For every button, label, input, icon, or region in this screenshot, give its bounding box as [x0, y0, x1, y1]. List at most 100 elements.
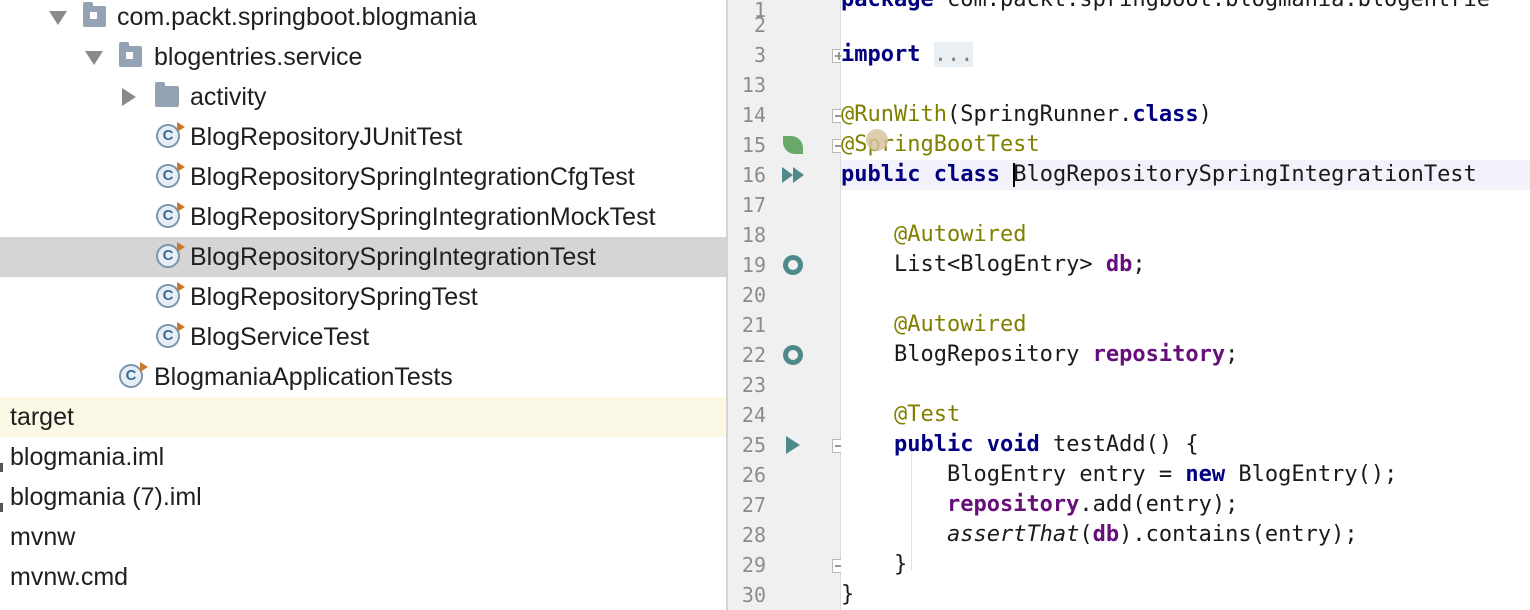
code-line-29[interactable]: }: [841, 550, 1530, 580]
tree-item-file[interactable]: mvnw: [0, 517, 726, 557]
mouse-cursor-icon: [866, 129, 888, 151]
class-icon: C: [156, 122, 185, 148]
bean-navigate-icon[interactable]: [783, 345, 803, 365]
tree-item-package-blogentries-service[interactable]: blogentries.service: [0, 37, 726, 77]
class-icon: C: [119, 362, 148, 388]
editor-gutter[interactable]: 1 2 3 13 14 15 16 17 18 19 20 21 22 23 2…: [728, 0, 846, 610]
double-run-icon[interactable]: [782, 167, 808, 183]
code-text: (: [1079, 522, 1093, 547]
code-line-3[interactable]: import ...: [841, 40, 1530, 70]
class-icon: C: [156, 162, 185, 188]
line-number: 3: [753, 43, 766, 67]
code-line-21[interactable]: @Autowired: [841, 310, 1530, 340]
class-icon: C: [156, 322, 185, 348]
chevron-down-icon[interactable]: [47, 0, 67, 37]
bean-navigate-icon[interactable]: [783, 255, 803, 275]
tree-item-file[interactable]: blogmania (7).iml: [0, 477, 726, 517]
chevron-right-icon[interactable]: [118, 77, 138, 117]
field-name: repository: [946, 492, 1080, 517]
tree-item-class[interactable]: C BlogmaniaApplicationTests: [0, 357, 726, 397]
code-text: ;: [1225, 342, 1239, 367]
line-number: 26: [741, 463, 766, 487]
code-line-27[interactable]: repository.add(entry);: [841, 490, 1530, 520]
gutter-line-25: [728, 430, 840, 460]
tree-item-label: com.packt.springboot.blogmania: [117, 3, 477, 31]
tree-item-label: target: [10, 403, 74, 431]
class-icon: C: [156, 282, 185, 308]
static-method-call: assertThat: [946, 522, 1080, 547]
tree-item-label: BlogRepositorySpringIntegrationCfgTest: [190, 163, 635, 191]
code-line-1[interactable]: package com.packt.springboot.blogmania.b…: [841, 0, 1530, 15]
annotation: @Autowired: [893, 222, 1027, 247]
tree-item-label: mvnw: [10, 523, 76, 551]
tree-item-label: activity: [190, 83, 267, 111]
code-line-18[interactable]: @Autowired: [841, 220, 1530, 250]
line-number: 27: [741, 493, 766, 517]
code-editor[interactable]: package com.packt.springboot.blogmania.b…: [841, 0, 1530, 610]
keyword: class: [933, 162, 1000, 187]
line-number: 24: [741, 403, 766, 427]
code-line-30[interactable]: }: [841, 580, 1530, 610]
tree-item-folder-target[interactable]: target: [0, 397, 726, 437]
code-text: BlogEntry entry =: [946, 462, 1186, 487]
folder-icon: [155, 82, 179, 107]
keyword: new: [1185, 462, 1226, 487]
tree-item-class[interactable]: C BlogRepositorySpringIntegrationCfgTest: [0, 157, 726, 197]
gutter-line-22: [728, 340, 840, 370]
code-text: ;: [1132, 252, 1146, 277]
tree-item-package-blogmania[interactable]: com.packt.springboot.blogmania: [0, 0, 726, 37]
field-name: repository: [1092, 342, 1226, 367]
package-name: com.packt.springboot.blogmania.blogentri…: [947, 0, 1490, 12]
project-tree-panel[interactable]: com.packt.springboot.blogmania blogentri…: [0, 0, 728, 610]
code-line-28[interactable]: assertThat(db).contains(entry);: [841, 520, 1530, 550]
tree-item-class[interactable]: C BlogRepositorySpringIntegrationMockTes…: [0, 197, 726, 237]
line-number: 14: [741, 103, 766, 127]
code-text: BlogRepository: [893, 342, 1093, 367]
tree-item-class[interactable]: C BlogRepositoryJUnitTest: [0, 117, 726, 157]
file-icon: [0, 463, 3, 472]
code-text: .add(entry);: [1079, 492, 1239, 517]
keyword: import: [841, 42, 921, 67]
tree-item-label: BlogmaniaApplicationTests: [154, 363, 453, 391]
tree-item-label: BlogRepositorySpringTest: [190, 283, 478, 311]
package-icon: [119, 42, 142, 67]
code-line-16-current[interactable]: public class BlogRepositorySpringIntegra…: [841, 160, 1530, 190]
line-number: 17: [741, 193, 766, 217]
code-line-25[interactable]: public void testAdd() {: [841, 430, 1530, 460]
tree-item-class[interactable]: C BlogServiceTest: [0, 317, 726, 357]
gutter-line-15: [728, 130, 840, 160]
code-text: ): [1198, 102, 1212, 127]
code-text: BlogEntry();: [1225, 462, 1398, 487]
line-number: 18: [741, 223, 766, 247]
line-number: 28: [741, 523, 766, 547]
file-icon: [0, 503, 3, 512]
annotation: @Test: [893, 402, 961, 427]
tree-item-label: BlogServiceTest: [190, 323, 370, 351]
keyword: public: [841, 162, 921, 187]
tree-item-class[interactable]: C BlogRepositorySpringTest: [0, 277, 726, 317]
code-line-22[interactable]: BlogRepository repository;: [841, 340, 1530, 370]
package-icon: [83, 2, 106, 27]
code-line-24[interactable]: @Test: [841, 400, 1530, 430]
tree-item-file[interactable]: mvnw.cmd: [0, 557, 726, 597]
tree-item-file[interactable]: blogmania.iml: [0, 437, 726, 477]
gutter-line-16: [728, 160, 840, 190]
code-line-14[interactable]: @RunWith(SpringRunner.class): [841, 100, 1530, 130]
tree-item-label: mvnw.cmd: [10, 563, 129, 591]
code-line-26[interactable]: BlogEntry entry = new BlogEntry();: [841, 460, 1530, 490]
line-number: 2: [753, 13, 766, 37]
run-icon[interactable]: [786, 436, 800, 454]
keyword: package: [841, 0, 934, 12]
spring-leaf-icon[interactable]: [783, 136, 803, 154]
code-line-19[interactable]: List<BlogEntry> db;: [841, 250, 1530, 280]
tree-item-folder-activity[interactable]: activity: [0, 77, 726, 117]
keyword: void: [986, 432, 1040, 457]
chevron-down-icon[interactable]: [83, 37, 103, 77]
keyword: class: [1132, 102, 1199, 127]
field-name: db: [1105, 252, 1133, 277]
line-number: 21: [741, 313, 766, 337]
tree-item-label: BlogRepositorySpringIntegrationTest: [190, 243, 596, 271]
tree-item-class-selected[interactable]: C BlogRepositorySpringIntegrationTest: [0, 237, 726, 277]
code-line-15[interactable]: @SpringBootTest: [841, 130, 1530, 160]
folded-imports[interactable]: ...: [933, 42, 974, 67]
